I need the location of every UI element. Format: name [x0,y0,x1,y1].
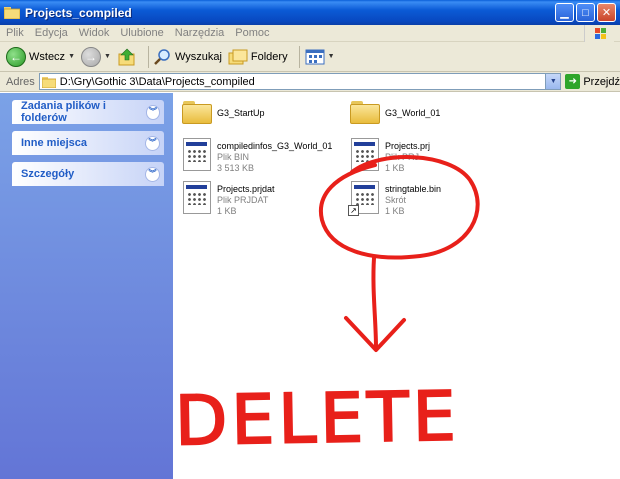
list-item[interactable]: ↗ stringtable.bin Skrót 1 KB [348,181,442,217]
close-button[interactable]: ✕ [597,3,616,22]
forward-button[interactable]: → ▼ [81,46,111,67]
task-pane: Zadania plików i folderów ︾ Inne miejsca… [0,93,173,479]
go-button[interactable]: ➜ Przejdź [565,74,620,89]
search-button[interactable]: Wyszukaj [154,48,222,66]
file-icon [350,138,380,171]
panel-label: Szczegóły [21,168,75,180]
file-name: stringtable.bin [385,184,442,194]
go-arrow-icon: ➜ [565,74,581,89]
toolbar-separator [298,45,300,68]
views-icon [305,49,325,64]
address-value: D:\Gry\Gothic 3\Data\Projects_compiled [59,75,255,88]
panel-label: Inne miejsca [21,137,88,149]
file-size: 1 KB [385,163,405,173]
chevron-down-icon[interactable]: ▼ [104,53,111,60]
up-folder-icon [118,48,135,65]
list-item[interactable]: G3_World_01 [350,100,440,124]
file-name: Projects.prjdat [217,184,275,194]
views-button[interactable]: ▼ [305,48,335,66]
up-folder-button[interactable] [117,47,137,67]
menu-plik[interactable]: Plik [6,27,24,39]
back-label: Wstecz [29,50,66,63]
back-button[interactable]: ← Wstecz ▼ [6,46,75,67]
forward-arrow-icon: → [81,46,101,67]
file-name: G3_StartUp [217,108,265,118]
folder-icon [4,7,20,19]
file-type: Plik PRJ [385,152,420,162]
panel-other-places[interactable]: Inne miejsca ︾ [12,131,164,155]
window-title: Projects_compiled [25,5,132,20]
folders-button[interactable]: Foldery [228,48,288,66]
file-name: Projects.prj [385,141,431,151]
file-type: Skrót [385,195,407,205]
file-size: 3 513 KB [217,163,255,173]
folders-label: Foldery [250,50,288,63]
address-bar: Adres D:\Gry\Gothic 3\Data\Projects_comp… [0,72,620,92]
menu-widok[interactable]: Widok [79,27,110,39]
file-size: 1 KB [217,206,237,216]
panel-details[interactable]: Szczegóły ︾ [12,162,164,186]
toolbar: ← Wstecz ▼ → ▼ Wyszukaj Foldery ▼ [0,42,620,72]
search-icon [154,48,170,65]
back-arrow-icon: ← [6,46,26,67]
chevron-double-down-icon[interactable]: ︾ [145,135,160,151]
search-label: Wyszukaj [174,50,222,63]
go-label: Przejdź [583,75,620,88]
menu-ulubione[interactable]: Ulubione [120,27,163,39]
file-icon [182,181,212,214]
folder-icon [350,100,380,124]
chevron-double-down-icon[interactable]: ︾ [145,104,160,120]
chevron-down-icon[interactable]: ▼ [545,74,561,89]
windows-logo-icon [584,25,614,42]
panel-file-folder-tasks[interactable]: Zadania plików i folderów ︾ [12,100,164,124]
folder-icon [182,100,212,124]
menu-edycja[interactable]: Edycja [35,27,68,39]
menu-narzedzia[interactable]: Narzędzia [175,27,225,39]
menu-pomoc[interactable]: Pomoc [235,27,269,39]
toolbar-separator [147,45,149,68]
file-name: G3_World_01 [385,108,441,118]
title-bar[interactable]: Projects_compiled ▁ □ ✕ [0,0,620,25]
chevron-double-down-icon[interactable]: ︾ [145,166,160,182]
list-item[interactable]: Projects.prjdat Plik PRJDAT 1 KB [182,181,275,217]
chevron-down-icon[interactable]: ▼ [328,53,335,60]
delete-annotation-text: DELETE [173,377,461,463]
list-item[interactable]: Projects.prj Plik PRJ 1 KB [350,138,430,174]
list-item[interactable]: G3_StartUp [182,100,265,124]
chevron-down-icon[interactable]: ▼ [68,53,75,60]
shortcut-file-icon: ↗ [348,181,380,216]
address-input[interactable]: D:\Gry\Gothic 3\Data\Projects_compiled ▼ [38,73,562,90]
address-label: Adres [6,75,35,88]
file-icon [182,138,212,171]
maximize-button[interactable]: □ [576,3,595,22]
file-type: Plik BIN [217,152,250,162]
file-size: 1 KB [385,206,405,216]
menu-bar: Plik Edycja Widok Ulubione Narzędzia Pom… [0,25,620,42]
minimize-button[interactable]: ▁ [555,3,574,22]
folder-icon [41,76,56,88]
panel-label: Zadania plików i folderów [21,100,106,124]
list-item[interactable]: compiledinfos_G3_World_01 Plik BIN 3 513… [182,138,332,174]
file-name: compiledinfos_G3_World_01 [217,141,333,151]
file-type: Plik PRJDAT [217,195,269,205]
folders-icon [228,49,248,64]
